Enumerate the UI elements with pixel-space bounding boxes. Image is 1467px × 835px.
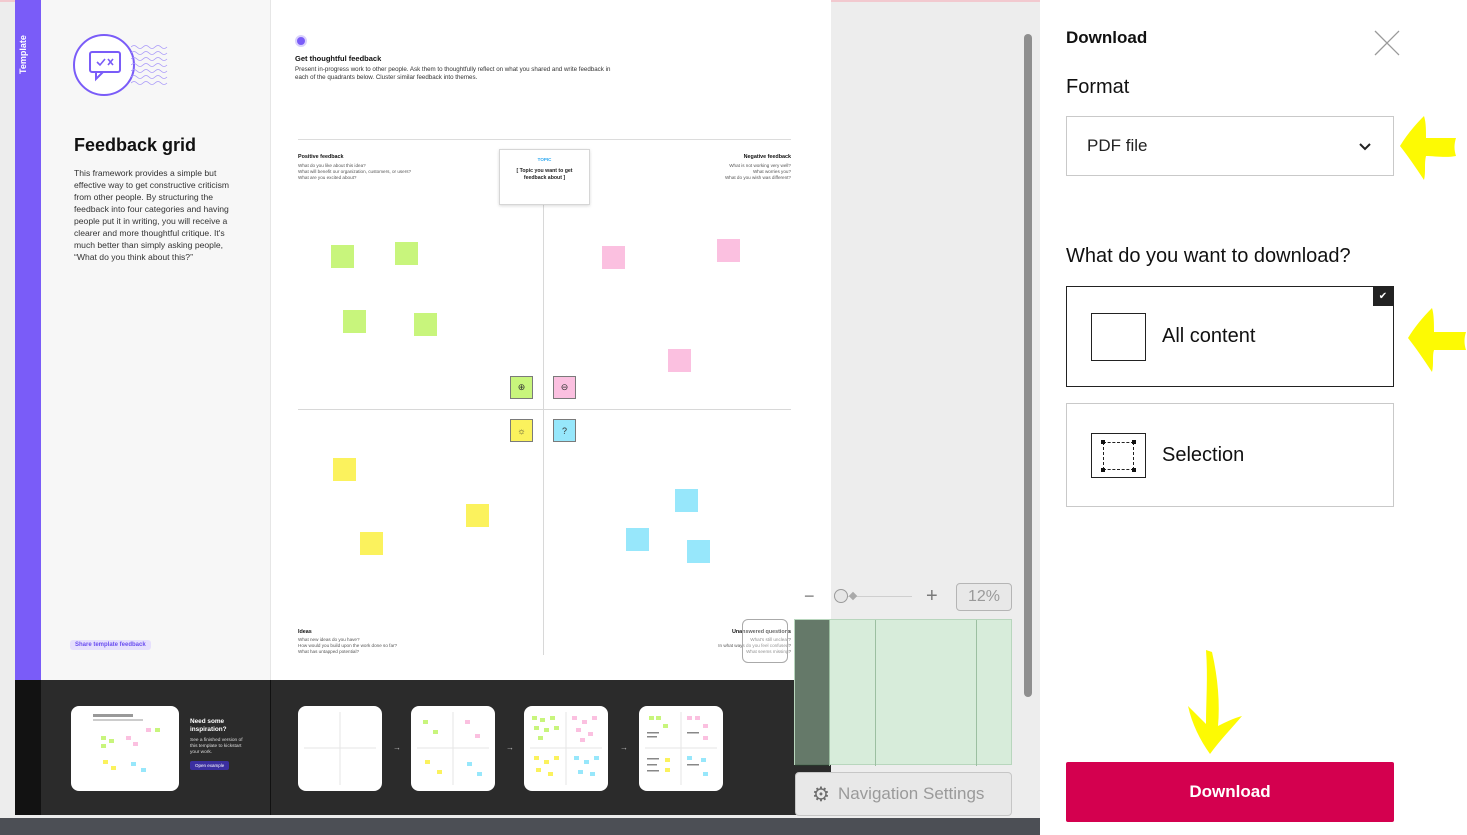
open-example-button[interactable]: Open example	[190, 761, 230, 770]
template-strip: Template	[15, 0, 41, 680]
quadrant-positive-text: What do you like about this idea? What w…	[298, 163, 412, 180]
step-dot-icon	[295, 35, 307, 47]
share-template-feedback-button[interactable]: Share template feedback	[70, 640, 151, 650]
all-content-icon	[1091, 312, 1146, 361]
close-icon[interactable]	[1373, 29, 1401, 57]
step-arrow-icon: →	[393, 743, 401, 752]
minimap[interactable]	[794, 619, 1012, 766]
canvas-scrollbar[interactable]	[1024, 34, 1032, 697]
topic-text: [ Topic you want to get feedback about ]	[516, 168, 573, 181]
navigation-settings-label: Navigation Settings	[837, 784, 985, 803]
quadrant-positive-title: Positive feedback	[298, 154, 344, 160]
section-title: Get thoughtful feedback	[295, 54, 382, 63]
selection-icon	[1091, 432, 1146, 478]
sticky-note-yellow[interactable]	[360, 532, 383, 555]
lightbulb-icon: ☼	[510, 419, 533, 442]
step-card-empty-grid	[298, 706, 382, 791]
sticky-note-blue[interactable]	[626, 528, 649, 551]
quadrant-negative-text: What is not working very well? What worr…	[724, 163, 791, 180]
template-frame[interactable]: Template Feedback grid This framework pr…	[15, 0, 831, 815]
bottom-toolbar	[0, 818, 1040, 835]
annotation-arrow-icon	[1400, 116, 1456, 180]
step-card-few-notes	[411, 706, 495, 791]
sticky-note-green[interactable]	[395, 242, 418, 265]
annotation-arrow-icon	[1188, 650, 1242, 754]
minimap-frame-line	[875, 620, 876, 766]
quadrant-ideas-text: What new ideas do you have? How would yo…	[298, 637, 398, 654]
topic-label: TOPIC	[537, 157, 552, 162]
quadrant-ideas-title: Ideas	[298, 629, 312, 635]
template-description: This framework provides a simple but eff…	[74, 168, 230, 262]
minimap-frame-line	[976, 620, 977, 766]
section-description: Present in-progress work to other people…	[295, 66, 611, 81]
minimap-frame-line	[829, 620, 830, 766]
step-card-themes	[639, 706, 723, 791]
grid-divider-top	[298, 139, 791, 140]
wave-decoration-icon	[131, 45, 168, 85]
checkmark-icon: ✔	[1373, 287, 1393, 306]
sticky-note-pink[interactable]	[602, 246, 625, 269]
zoom-out-button[interactable]: −	[804, 587, 815, 605]
template-steps-strip: Need some inspiration? See a finished ve…	[15, 680, 831, 815]
download-button[interactable]: Download	[1066, 762, 1394, 822]
question-icon: ?	[553, 419, 576, 442]
sticky-note-pink[interactable]	[717, 239, 740, 262]
sticky-note-green[interactable]	[414, 313, 437, 336]
minus-icon: ⊖	[553, 376, 576, 399]
option-label: Selection	[1162, 443, 1245, 466]
inspiration-description: See a finished version of this template …	[190, 738, 243, 755]
annotation-arrow-icon	[1408, 308, 1466, 372]
topic-card[interactable]: TOPIC [ Topic you want to get feedback a…	[499, 149, 590, 205]
feedback-grid: Get thoughtful feedback Present in-progr…	[271, 0, 831, 680]
navigation-settings-button[interactable]: ⚙ Navigation Settings	[795, 772, 1012, 816]
plus-icon: ⊕	[510, 376, 533, 399]
app-window: Template Feedback grid This framework pr…	[0, 0, 1467, 835]
sticky-note-yellow[interactable]	[466, 504, 489, 527]
sticky-note-blue[interactable]	[675, 489, 698, 512]
minimap-viewport[interactable]	[795, 620, 830, 766]
template-tag: Template	[18, 35, 28, 74]
sticky-note-pink[interactable]	[668, 349, 691, 372]
sticky-note-green[interactable]	[343, 310, 366, 333]
step-arrow-icon: →	[506, 743, 514, 752]
zoom-in-button[interactable]: +	[926, 586, 938, 606]
format-label: Format	[1066, 76, 1130, 98]
option-selection[interactable]: Selection	[1066, 403, 1394, 507]
sticky-note-yellow[interactable]	[333, 458, 356, 481]
board-canvas[interactable]: Template Feedback grid This framework pr…	[0, 0, 1040, 818]
zoom-slider-marker	[848, 591, 858, 601]
example-preview-card[interactable]	[71, 706, 179, 791]
gear-icon: ⚙	[812, 783, 830, 806]
quadrant-negative-title: Negative feedback	[743, 154, 791, 160]
zoom-level-field[interactable]: 12%	[956, 583, 1012, 611]
feedback-logo-icon	[73, 34, 135, 96]
step-card-many-notes	[524, 706, 608, 791]
panel-title: Download	[1066, 28, 1148, 47]
grid-divider-horizontal	[298, 409, 791, 410]
strip-edge	[15, 680, 41, 815]
download-scope-label: What do you want to download?	[1066, 245, 1351, 267]
grid-divider-vertical	[543, 205, 544, 655]
option-label: All content	[1162, 325, 1256, 347]
sticky-note-blue[interactable]	[687, 540, 710, 563]
template-info-panel: Template Feedback grid This framework pr…	[15, 0, 271, 680]
format-dropdown[interactable]: PDF file	[1066, 116, 1394, 176]
format-value: PDF file	[1087, 136, 1148, 155]
sticky-note-green[interactable]	[331, 245, 354, 268]
strip-divider	[270, 680, 271, 815]
hand-tool-icon[interactable]	[742, 619, 788, 663]
template-title: Feedback grid	[74, 135, 197, 155]
option-all-content[interactable]: All content ✔	[1066, 286, 1394, 387]
step-arrow-icon: →	[620, 743, 628, 752]
inspiration-title: Need some inspiration?	[190, 718, 227, 733]
chevron-down-icon	[1359, 143, 1371, 151]
zoom-slider-handle[interactable]	[834, 589, 848, 603]
